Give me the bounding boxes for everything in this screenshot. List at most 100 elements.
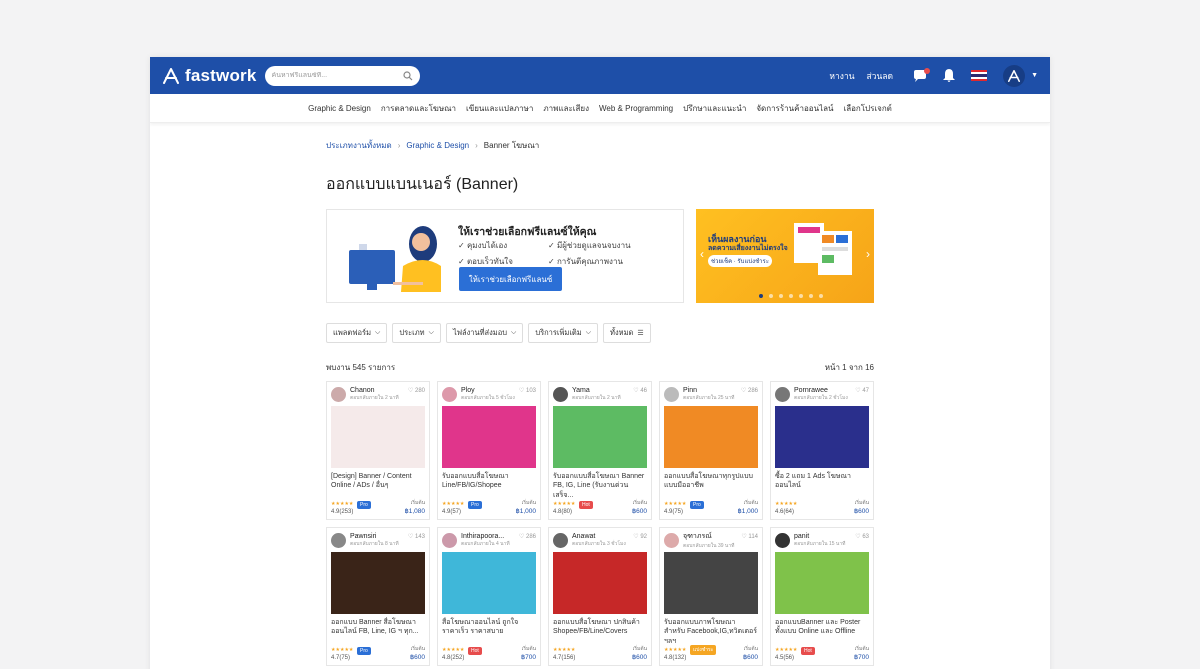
like-count[interactable]: ♡ 114 [741, 533, 758, 540]
like-count[interactable]: ♡ 280 [408, 387, 425, 394]
freelancer-avatar[interactable] [331, 532, 346, 548]
service-thumbnail[interactable] [442, 406, 536, 468]
freelancer-avatar[interactable] [442, 386, 457, 402]
carousel-dot[interactable] [759, 294, 763, 298]
like-count[interactable]: ♡ 286 [519, 533, 536, 540]
service-thumbnail[interactable] [331, 552, 425, 614]
discount-link[interactable]: ส่วนลด [867, 69, 894, 83]
fastwork-logo[interactable]: fastwork [162, 66, 257, 86]
freelancer-name[interactable]: Pornrawee [794, 387, 848, 394]
service-thumbnail[interactable] [664, 552, 758, 614]
like-count[interactable]: ♡ 143 [408, 533, 425, 540]
help-choose-button[interactable]: ให้เราช่วยเลือกฟรีแลนซ์ [459, 267, 562, 291]
heart-icon[interactable]: ♡ [741, 534, 746, 540]
freelancer-avatar[interactable] [553, 532, 568, 548]
heart-icon[interactable]: ♡ [408, 388, 413, 394]
filter-type[interactable]: ประเภท ⌵ [392, 323, 441, 343]
like-count[interactable]: ♡ 92 [633, 533, 647, 540]
freelancer-name[interactable]: Pawnsiri [350, 533, 399, 540]
carousel-prev-icon[interactable]: ‹ [700, 247, 704, 261]
service-title[interactable]: รับออกแบบสื่อโฆษณา Line/FB/IG/Shopee [438, 468, 540, 498]
heart-icon[interactable]: ♡ [741, 388, 746, 394]
filter-platform[interactable]: แพลตฟอร์ม ⌵ [326, 323, 388, 343]
category-web-programming[interactable]: Web & Programming [599, 104, 673, 113]
breadcrumb-all[interactable]: ประเภทงานทั้งหมด [326, 139, 392, 152]
category-marketing[interactable]: การตลาดและโฆษณา [381, 102, 456, 115]
thai-flag-icon[interactable] [971, 70, 988, 81]
service-card[interactable]: Pawnsiri ตอบกลับภายใน 8 นาที ♡ 143 ออกแบ… [326, 527, 430, 666]
freelancer-name[interactable]: Anawat [572, 533, 626, 540]
carousel-dot[interactable] [799, 294, 803, 298]
freelancer-avatar[interactable] [664, 386, 679, 402]
freelancer-avatar[interactable] [775, 532, 790, 548]
carousel-dot[interactable] [779, 294, 783, 298]
filter-deliverable[interactable]: ไฟล์งานที่ส่งมอบ ⌵ [445, 323, 524, 343]
carousel-dot[interactable] [819, 294, 823, 298]
service-card[interactable]: Inthirapoora... ตอบกลับภายใน 4 นาที ♡ 28… [437, 527, 541, 666]
heart-icon[interactable]: ♡ [633, 534, 638, 540]
service-card[interactable]: Chanon ตอบกลับภายใน 2 นาที ♡ 280 [Design… [326, 381, 430, 520]
heart-icon[interactable]: ♡ [855, 388, 860, 394]
freelancer-name[interactable]: panit [794, 533, 845, 540]
carousel-dot[interactable] [809, 294, 813, 298]
service-title[interactable]: ออกแบบ Banner สื่อโฆษณาออนไลน์ FB, Line,… [327, 614, 429, 644]
service-title[interactable]: ซื้อ 2 แถม 1 Ads โฆษณาออนไลน์ [771, 468, 873, 498]
service-card[interactable]: Ploy ตอบกลับภายใน 5 ชั่วโมง ♡ 103 รับออก… [437, 381, 541, 520]
category-online-store[interactable]: จัดการร้านค้าออนไลน์ [756, 102, 833, 115]
service-thumbnail[interactable] [553, 406, 647, 468]
carousel-dot[interactable] [789, 294, 793, 298]
service-thumbnail[interactable] [775, 552, 869, 614]
category-consulting[interactable]: ปรึกษาและแนะนำ [683, 102, 746, 115]
freelancer-avatar[interactable] [553, 386, 568, 402]
profile-avatar-icon[interactable] [1003, 64, 1026, 87]
service-title[interactable]: รับออกแบบสื่อโฆษณา Banner FB, IG, Line (… [549, 468, 651, 498]
freelancer-avatar[interactable] [664, 532, 679, 548]
like-count[interactable]: ♡ 103 [519, 387, 536, 394]
like-count[interactable]: ♡ 63 [855, 533, 869, 540]
service-thumbnail[interactable] [442, 552, 536, 614]
category-graphic-design[interactable]: Graphic & Design [308, 104, 371, 113]
service-thumbnail[interactable] [553, 552, 647, 614]
freelancer-avatar[interactable] [331, 386, 346, 402]
freelancer-name[interactable]: Pinn [683, 387, 734, 394]
profile-caret-icon[interactable]: ▼ [1031, 72, 1038, 79]
heart-icon[interactable]: ♡ [633, 388, 638, 394]
search-box[interactable] [264, 65, 420, 86]
filter-all[interactable]: ทั้งหมด ☰ [603, 323, 651, 343]
service-card[interactable]: Pornrawee ตอบกลับภายใน 2 ชั่วโมง ♡ 47 ซื… [770, 381, 874, 520]
service-thumbnail[interactable] [775, 406, 869, 468]
service-title[interactable]: ออกแบบสื่อโฆษณา ปกสินค้า Shopee/FB/Line/… [549, 614, 651, 644]
heart-icon[interactable]: ♡ [408, 534, 413, 540]
service-title[interactable]: รับออกแบบภาพโฆษณา สำหรับ Facebook,IG,ทวิ… [660, 614, 762, 644]
carousel-dot[interactable] [769, 294, 773, 298]
service-card[interactable]: Yama ตอบกลับภายใน 2 นาที ♡ 46 รับออกแบบส… [548, 381, 652, 520]
promo-carousel[interactable]: ‹ เห็นผลงานก่อน ลดความเสี่ยงงานไม่ตรงใจ … [696, 209, 874, 303]
service-thumbnail[interactable] [331, 406, 425, 468]
category-photo-audio[interactable]: ภาพและเสียง [543, 102, 589, 115]
service-title[interactable]: สื่อโฆษณาออนไลน์ ถูกใจ ราคาเร็ว ราคาสบาย [438, 614, 540, 644]
heart-icon[interactable]: ♡ [519, 388, 524, 394]
filter-extra-services[interactable]: บริการเพิ่มเติม ⌵ [528, 323, 599, 343]
service-title[interactable]: [Design] Banner / Content Online / ADs /… [327, 468, 429, 498]
freelancer-name[interactable]: Ploy [461, 387, 515, 394]
freelancer-name[interactable]: Inthirapoora... [461, 533, 510, 540]
search-icon[interactable] [402, 70, 413, 81]
service-card[interactable]: Pinn ตอบกลับภายใน 25 นาที ♡ 286 ออกแบบสื… [659, 381, 763, 520]
freelancer-avatar[interactable] [775, 386, 790, 402]
freelancer-name[interactable]: จุฑาภรณ์ [683, 531, 734, 542]
service-title[interactable]: ออกแบบBanner และ Poster ทั้งแบบ Online แ… [771, 614, 873, 644]
like-count[interactable]: ♡ 286 [741, 387, 758, 394]
category-writing-translation[interactable]: เขียนและแปลภาษา [466, 102, 533, 115]
service-card[interactable]: panit ตอบกลับภายใน 15 นาที ♡ 63 ออกแบบBa… [770, 527, 874, 666]
search-input[interactable] [271, 72, 403, 79]
chat-icon[interactable] [913, 67, 931, 82]
category-choose-project[interactable]: เลือกโปรเจกต์ [843, 102, 891, 115]
bell-icon[interactable] [943, 69, 956, 82]
breadcrumb-graphic[interactable]: Graphic & Design [406, 141, 469, 150]
freelancer-avatar[interactable] [442, 532, 457, 548]
service-card[interactable]: จุฑาภรณ์ ตอบกลับภายใน 39 นาที ♡ 114 รับอ… [659, 527, 763, 666]
carousel-next-icon[interactable]: › [866, 247, 870, 261]
service-card[interactable]: Anawat ตอบกลับภายใน 3 ชั่วโมง ♡ 92 ออกแบ… [548, 527, 652, 666]
like-count[interactable]: ♡ 46 [633, 387, 647, 394]
heart-icon[interactable]: ♡ [519, 534, 524, 540]
